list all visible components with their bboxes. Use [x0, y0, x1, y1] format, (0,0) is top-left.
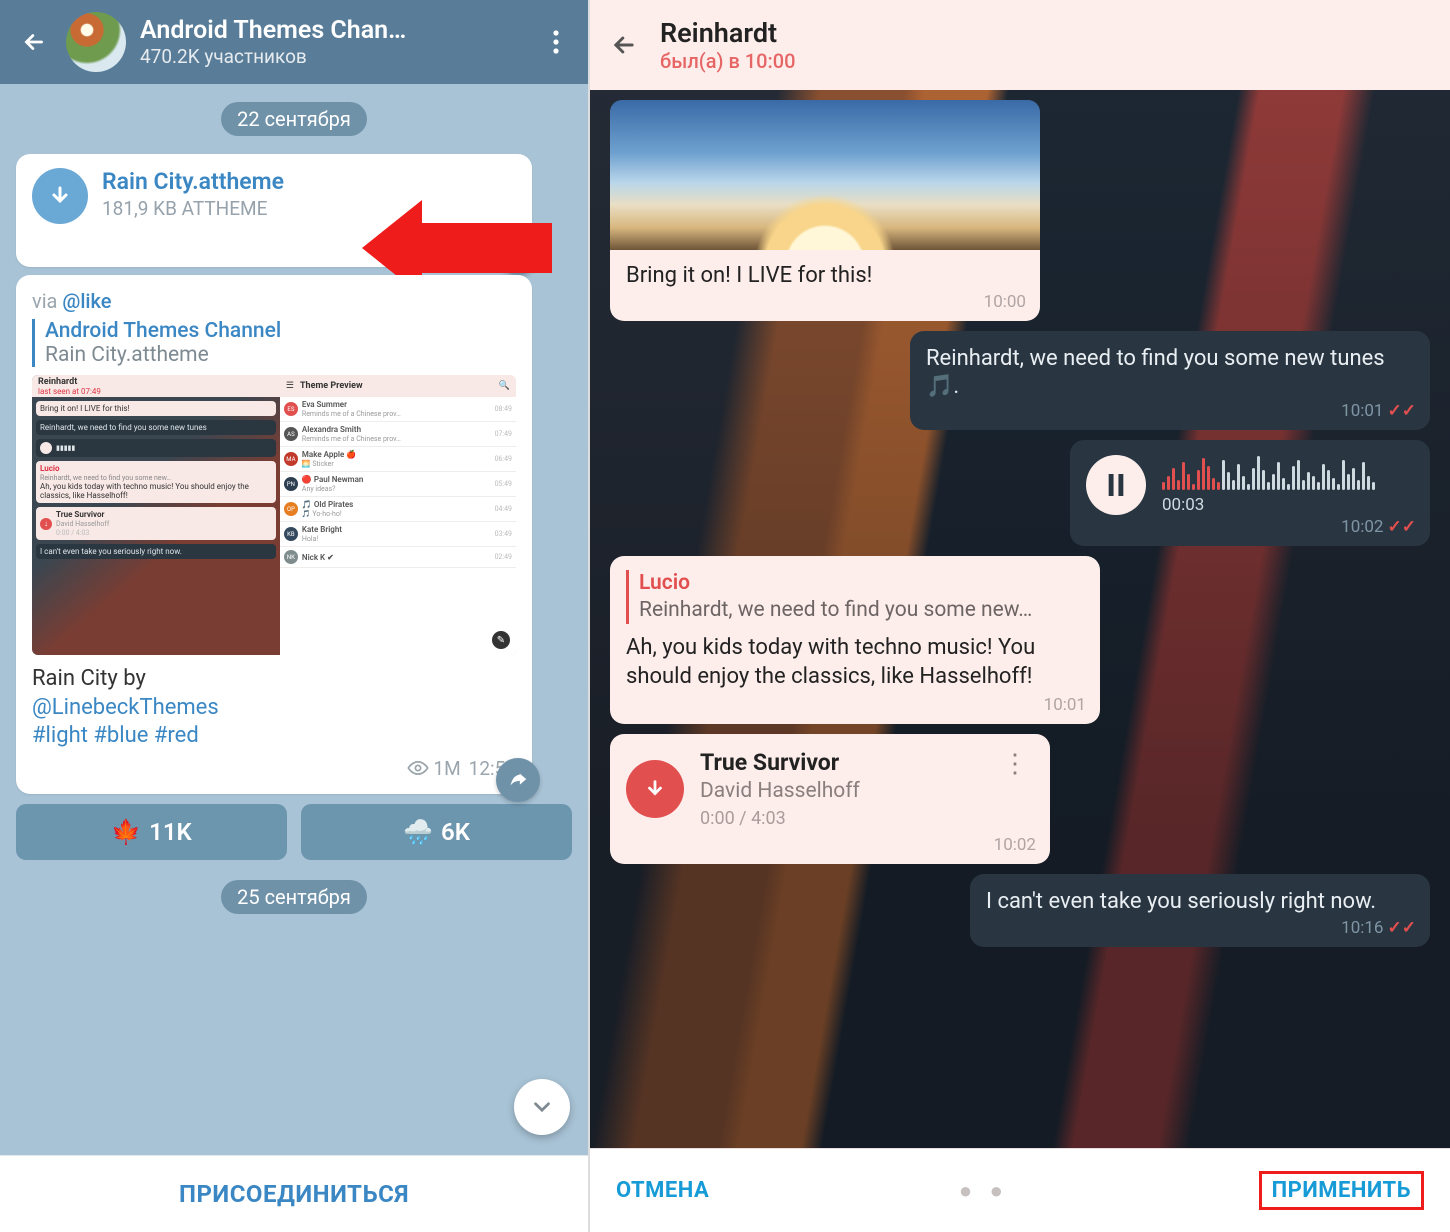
via-bot[interactable]: @like	[62, 289, 111, 313]
date-pill: 25 сентября	[221, 880, 367, 914]
join-button[interactable]: ПРИСОЕДИНИТЬСЯ	[0, 1155, 588, 1232]
message-audio[interactable]: True Survivor David Hasselhoff 0:00 / 4:…	[610, 734, 1050, 865]
page-dots: ● ●	[709, 1178, 1258, 1204]
back-icon[interactable]	[16, 24, 52, 60]
channel-subtitle: 470.2K участников	[140, 45, 540, 68]
download-icon[interactable]	[626, 760, 684, 818]
waveform[interactable]	[1162, 454, 1375, 490]
header-titles[interactable]: Reinhardt был(а) в 10:00	[660, 17, 1434, 73]
message-reply[interactable]: Lucio Reinhardt, we need to find you som…	[610, 556, 1100, 724]
views-count: 1M	[433, 757, 460, 780]
message-time: 10:02	[994, 834, 1036, 856]
reply-bar[interactable]: Android Themes Channel Rain City.attheme	[32, 319, 516, 367]
preview-chat-body: Bring it on! I LIVE for this! 10:00 Rein…	[590, 90, 1450, 1148]
pause-icon[interactable]	[1086, 455, 1146, 515]
track-title: True Survivor	[700, 748, 860, 778]
reactions-row: 🍁 11K 🌧️ 6K	[16, 804, 572, 860]
channel-header: Android Themes Chan… 470.2K участников	[0, 0, 588, 84]
reply-author: Lucio	[639, 570, 1084, 597]
caption-text: Rain City by	[32, 666, 146, 691]
file-name: Rain City.attheme	[102, 168, 284, 195]
reply-sub: Rain City.attheme	[45, 343, 516, 367]
theme-preview-image[interactable]: Reinhardtlast seen at 07:49 Bring it on!…	[32, 375, 516, 655]
message-time: 10:00	[984, 291, 1026, 313]
caption-link[interactable]: @LinebeckThemes	[32, 695, 219, 720]
photo-image	[610, 100, 1040, 250]
message-text: I can't even take you seriously right no…	[986, 889, 1376, 914]
preview-header: Reinhardt был(а) в 10:00	[590, 0, 1450, 90]
message-out[interactable]: I can't even take you seriously right no…	[970, 874, 1430, 947]
message-time: 10:01	[1044, 694, 1086, 716]
channel-avatar[interactable]	[66, 12, 126, 72]
via-line: via @like	[32, 289, 516, 313]
views-icon: 1M	[407, 757, 460, 780]
more-icon[interactable]	[540, 26, 572, 58]
reaction-button[interactable]: 🌧️ 6K	[301, 804, 572, 860]
track-progress: 0:00 / 4:03	[700, 807, 860, 830]
scroll-down-fab[interactable]	[514, 1079, 570, 1135]
message-voice[interactable]: 00:03 10:02✓✓	[1070, 440, 1430, 546]
date-pill: 22 сентября	[221, 102, 367, 136]
apply-button[interactable]: ПРИМЕНИТЬ	[1259, 1171, 1424, 1210]
action-bar: ОТМЕНА ● ● ПРИМЕНИТЬ	[590, 1148, 1450, 1232]
message-text: Reinhardt, we need to find you some new …	[926, 346, 1385, 400]
preview-subtitle: был(а) в 10:00	[660, 49, 1434, 73]
reply-title: Android Themes Channel	[45, 319, 516, 343]
post-message[interactable]: via @like Android Themes Channel Rain Ci…	[16, 275, 532, 794]
track-artist: David Hasselhoff	[700, 778, 860, 805]
channel-title: Android Themes Chan…	[140, 16, 540, 45]
voice-elapsed: 00:03	[1162, 494, 1375, 516]
message-out[interactable]: Reinhardt, we need to find you some new …	[910, 331, 1430, 430]
reply-snippet: Reinhardt, we need to find you some new…	[639, 597, 1084, 624]
header-titles[interactable]: Android Themes Chan… 470.2K участников	[140, 16, 540, 68]
channel-panel: Android Themes Chan… 470.2K участников 2…	[0, 0, 590, 1232]
preview-title: Reinhardt	[660, 17, 1434, 49]
file-message[interactable]: Rain City.attheme 181,9 KB ATTHEME 902.4…	[16, 154, 532, 267]
caption-tags[interactable]: #light #blue #red	[32, 723, 199, 748]
message-text: Ah, you kids today with techno music! Yo…	[626, 635, 1035, 689]
reply-preview[interactable]: Lucio Reinhardt, we need to find you som…	[626, 570, 1084, 625]
message-text: Bring it on! I LIVE for this!	[626, 263, 872, 288]
forward-icon[interactable]	[496, 758, 540, 802]
message-time: 10:16✓✓	[1341, 917, 1416, 939]
message-photo[interactable]: Bring it on! I LIVE for this! 10:00	[610, 100, 1040, 321]
file-meta: 181,9 KB ATTHEME	[102, 197, 284, 220]
message-time: 10:01✓✓	[1341, 400, 1416, 422]
more-icon[interactable]: ⋮	[996, 748, 1034, 782]
back-icon[interactable]	[606, 27, 642, 63]
message-time: 10:02✓✓	[1341, 516, 1416, 538]
download-icon[interactable]	[32, 168, 88, 224]
reaction-button[interactable]: 🍁 11K	[16, 804, 287, 860]
channel-chat-body: 22 сентября Rain City.attheme 181,9 KB A…	[0, 84, 588, 1155]
preview-panel: Reinhardt был(а) в 10:00 Bring it on! I …	[590, 0, 1450, 1232]
cancel-button[interactable]: ОТМЕНА	[616, 1178, 709, 1203]
